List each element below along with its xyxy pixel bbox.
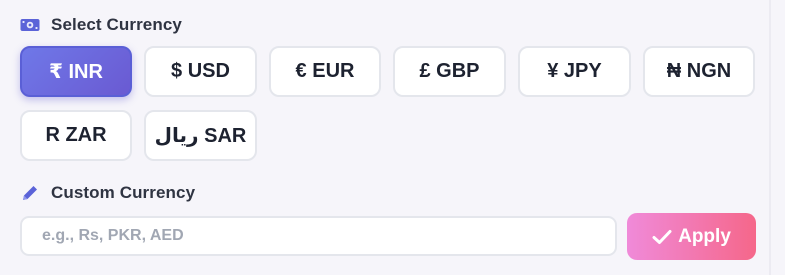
- currency-option-inr[interactable]: ₹ INR: [20, 46, 132, 97]
- custom-currency-label: Custom Currency: [51, 183, 196, 202]
- currency-option-sar[interactable]: ريال SAR: [144, 110, 257, 161]
- custom-currency-heading: Custom Currency: [20, 183, 195, 203]
- apply-label: Apply: [678, 225, 731, 247]
- currency-option-gbp[interactable]: £ GBP: [393, 46, 506, 97]
- money-bill-icon: [20, 16, 40, 34]
- currency-option-usd[interactable]: $ USD: [144, 46, 257, 97]
- custom-currency-input[interactable]: [20, 216, 617, 256]
- apply-button[interactable]: Apply: [627, 213, 756, 260]
- currency-option-eur[interactable]: € EUR: [269, 46, 381, 97]
- check-icon: [652, 229, 672, 245]
- currency-option-zar[interactable]: R ZAR: [20, 110, 132, 161]
- currency-option-ngn[interactable]: ₦ NGN: [643, 46, 755, 97]
- pencil-icon: [20, 184, 40, 202]
- select-currency-heading: Select Currency: [20, 15, 182, 35]
- select-currency-label: Select Currency: [51, 15, 182, 34]
- currency-panel: Select Currency ₹ INR $ USD € EUR £ GBP …: [0, 0, 771, 275]
- currency-option-jpy[interactable]: ¥ JPY: [518, 46, 631, 97]
